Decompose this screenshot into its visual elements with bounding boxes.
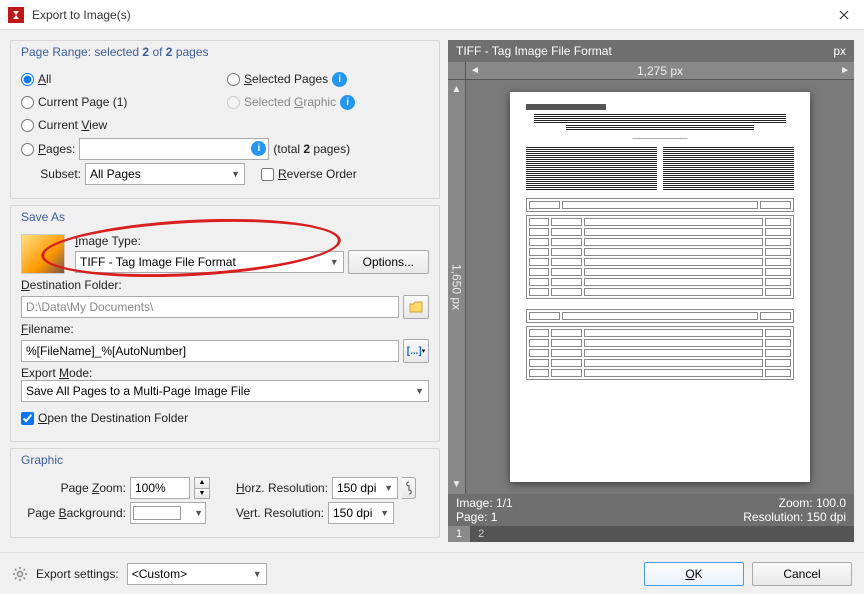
app-icon xyxy=(8,7,24,23)
info-icon[interactable]: i xyxy=(332,72,347,87)
subset-select[interactable]: All Pages▼ xyxy=(85,163,245,185)
label-current-view: Current View xyxy=(38,118,107,132)
subset-label: Subset: xyxy=(21,167,81,181)
open-dest-checkbox[interactable] xyxy=(21,412,34,425)
page-range-title: Page Range: selected 2 of 2 pages xyxy=(11,41,439,63)
status-image: Image: 1/1 xyxy=(456,496,513,510)
zoom-spinner[interactable]: ▲▼ xyxy=(194,477,210,499)
radio-pages[interactable] xyxy=(21,143,34,156)
preview-panel: TIFF - Tag Image File Format px ◄1,275 p… xyxy=(448,40,854,542)
browse-folder-button[interactable] xyxy=(403,295,429,319)
label-pages: Pages: xyxy=(38,142,75,156)
hres-label: Horz. Resolution: xyxy=(228,481,328,495)
export-settings-select[interactable]: <Custom>▼ xyxy=(127,563,267,585)
image-type-thumb xyxy=(21,234,65,274)
graphic-title: Graphic xyxy=(11,449,439,471)
export-mode-select[interactable]: Save All Pages to a Multi-Page Image Fil… xyxy=(21,380,429,402)
preview-viewport[interactable]: ───────────── xyxy=(466,80,854,494)
bg-select[interactable]: ▼ xyxy=(130,502,206,524)
radio-current-page[interactable] xyxy=(21,96,34,109)
zoom-input[interactable] xyxy=(130,477,190,499)
bottom-bar: Export settings: <Custom>▼ OK Cancel xyxy=(0,552,864,594)
save-as-title: Save As xyxy=(11,206,439,228)
preview-title: TIFF - Tag Image File Format xyxy=(456,44,612,58)
ruler-vertical: ▲1,650 px▼ xyxy=(448,80,466,494)
dest-label: Destination Folder: xyxy=(21,278,429,292)
radio-all[interactable] xyxy=(21,73,34,86)
page-range-group: Page Range: selected 2 of 2 pages All Se… xyxy=(10,40,440,199)
preview-unit: px xyxy=(833,44,846,58)
reverse-label: Reverse Order xyxy=(278,167,357,181)
status-zoom: Zoom: 100.0 xyxy=(743,496,846,510)
save-as-group: Save As Image Type: TIFF - Tag Image Fil… xyxy=(10,205,440,442)
gear-icon xyxy=(12,566,28,582)
link-resolution-icon[interactable] xyxy=(402,477,416,499)
radio-selected-graphic xyxy=(227,96,240,109)
info-icon[interactable]: i xyxy=(340,95,355,110)
pages-input[interactable] xyxy=(79,138,269,160)
vres-select[interactable]: 150 dpi▼ xyxy=(328,502,394,524)
cancel-button[interactable]: Cancel xyxy=(752,562,852,586)
image-type-select[interactable]: TIFF - Tag Image File Format▼ xyxy=(75,251,344,273)
titlebar: Export to Image(s) xyxy=(0,0,864,30)
status-page: Page: 1 xyxy=(456,510,513,524)
label-current-page: Current Page (1) xyxy=(38,95,127,109)
filename-input[interactable] xyxy=(21,340,399,362)
reverse-checkbox[interactable] xyxy=(261,168,274,181)
image-type-label: Image Type: xyxy=(75,234,429,248)
window-title: Export to Image(s) xyxy=(32,8,824,22)
ok-button[interactable]: OK xyxy=(644,562,744,586)
dest-input[interactable] xyxy=(21,296,399,318)
export-mode-label: Export Mode: xyxy=(21,366,429,380)
preview-tabs: 1 2 xyxy=(448,526,854,542)
filename-label: Filename: xyxy=(21,322,429,336)
graphic-group: Graphic Page Zoom: ▲▼ Horz. Resolution: … xyxy=(10,448,440,538)
hres-select[interactable]: 150 dpi▼ xyxy=(332,477,398,499)
preview-tab-2[interactable]: 2 xyxy=(470,526,492,542)
radio-selected-pages[interactable] xyxy=(227,73,240,86)
label-selected-graphic: Selected Graphic xyxy=(244,95,336,109)
bg-label: Page Background: xyxy=(21,506,126,520)
open-dest-label: Open the Destination Folder xyxy=(38,411,188,425)
close-button[interactable] xyxy=(824,0,864,30)
filename-macro-button[interactable]: [...]▾ xyxy=(403,339,429,363)
label-selected-pages: Selected Pages xyxy=(244,72,328,86)
export-settings-label: Export settings: xyxy=(36,567,119,581)
zoom-label: Page Zoom: xyxy=(21,481,126,495)
preview-tab-1[interactable]: 1 xyxy=(448,526,470,542)
status-res: Resolution: 150 dpi xyxy=(743,510,846,524)
options-button[interactable]: Options... xyxy=(348,250,429,274)
radio-current-view[interactable] xyxy=(21,119,34,132)
vres-label: Vert. Resolution: xyxy=(224,506,324,520)
ruler-horizontal: ◄1,275 px► xyxy=(466,62,854,80)
label-all: All xyxy=(38,72,51,86)
page-preview: ───────────── xyxy=(510,92,810,482)
total-pages: (total 2 pages) xyxy=(273,142,350,156)
